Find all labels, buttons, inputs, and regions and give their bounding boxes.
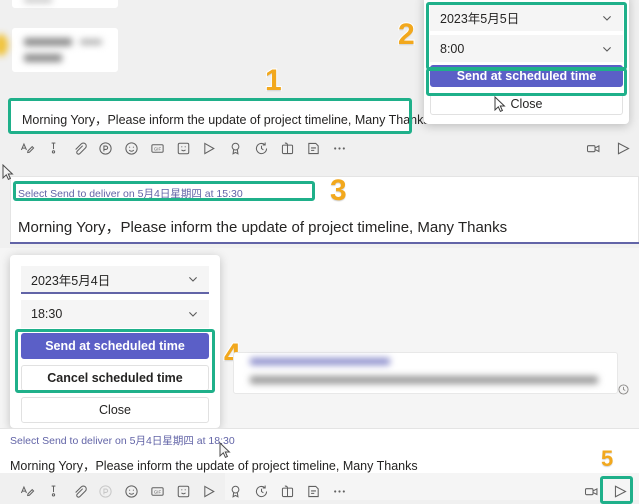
marker-5: 5 bbox=[600, 446, 614, 471]
time-select-step4[interactable]: 18:30 bbox=[21, 300, 209, 328]
blurred-message-card-2 bbox=[12, 28, 118, 72]
emoji-icon[interactable] bbox=[118, 480, 144, 502]
blurred-message-text-1 bbox=[24, 0, 52, 3]
schedule-dialog-step2: 2023年5月5日 8:00 Send at scheduled time Cl… bbox=[424, 0, 629, 124]
send-at-scheduled-time-button-step4[interactable]: Send at scheduled time bbox=[21, 333, 209, 359]
mouse-cursor-step2 bbox=[494, 96, 506, 113]
compose-focus-underline-step3 bbox=[10, 242, 639, 244]
schedule-note-step5: Select Send to deliver on 5月4日星期四 at 18:… bbox=[10, 435, 235, 447]
chevron-down-icon bbox=[601, 43, 613, 55]
sticker-icon[interactable] bbox=[170, 137, 196, 159]
schedule-note-step3: Select Send to deliver on 5月4日星期四 at 15:… bbox=[18, 188, 243, 200]
attach-file-icon[interactable] bbox=[66, 480, 92, 502]
compose-actions-top bbox=[580, 137, 636, 159]
video-clip-icon[interactable] bbox=[578, 480, 604, 502]
compose-toolbar-top: GIF bbox=[14, 137, 352, 159]
attach-file-icon[interactable] bbox=[66, 137, 92, 159]
approvals-icon[interactable] bbox=[274, 137, 300, 159]
send-icon[interactable] bbox=[608, 480, 632, 502]
more-options-icon[interactable] bbox=[326, 480, 352, 502]
send-at-scheduled-time-label: Send at scheduled time bbox=[45, 339, 185, 353]
compose-text-step3: Morning Yory，Please inform the update of… bbox=[18, 219, 508, 236]
blurred-timestamp bbox=[80, 39, 102, 45]
forms-icon[interactable] bbox=[300, 480, 326, 502]
forms-icon[interactable] bbox=[300, 137, 326, 159]
blurred-scheduled-note bbox=[250, 358, 390, 365]
chevron-down-icon bbox=[187, 308, 199, 320]
schedule-send-icon[interactable] bbox=[248, 137, 274, 159]
approvals-icon[interactable] bbox=[274, 480, 300, 502]
date-select-step4[interactable]: 2023年5月4日 bbox=[21, 266, 209, 294]
blurred-scheduled-text bbox=[250, 376, 598, 384]
stream-video-icon[interactable] bbox=[196, 480, 222, 502]
blurred-message-body bbox=[24, 54, 62, 62]
mouse-cursor-step3 bbox=[2, 164, 14, 181]
svg-text:GIF: GIF bbox=[153, 146, 161, 151]
screenshot-root: Morning Yory，Please inform the update of… bbox=[0, 0, 639, 504]
loop-component-icon[interactable] bbox=[92, 137, 118, 159]
close-label: Close bbox=[99, 403, 131, 417]
important-icon[interactable] bbox=[40, 137, 66, 159]
video-clip-icon[interactable] bbox=[580, 137, 606, 159]
sticker-icon[interactable] bbox=[170, 480, 196, 502]
compose-text-step5: Morning Yory，Please inform the update of… bbox=[10, 459, 418, 473]
more-options-icon[interactable] bbox=[326, 137, 352, 159]
time-value-step4: 18:30 bbox=[31, 307, 63, 321]
date-select-step2[interactable]: 2023年5月5日 bbox=[430, 4, 623, 31]
close-button-step4[interactable]: Close bbox=[21, 397, 209, 423]
marker-1: 1 bbox=[264, 64, 283, 97]
mouse-cursor-step5 bbox=[219, 442, 231, 459]
chevron-down-icon bbox=[187, 273, 199, 285]
blurred-sender-name bbox=[24, 38, 72, 46]
emoji-icon[interactable] bbox=[118, 137, 144, 159]
compose-text-step1: Morning Yory，Please inform the update of… bbox=[22, 113, 430, 127]
marker-2: 2 bbox=[397, 18, 416, 51]
loop-component-icon[interactable] bbox=[92, 480, 118, 502]
important-icon[interactable] bbox=[40, 480, 66, 502]
close-button-step2[interactable]: Close bbox=[430, 93, 623, 115]
clock-icon bbox=[618, 382, 629, 400]
cancel-scheduled-time-button-step4[interactable]: Cancel scheduled time bbox=[21, 365, 209, 391]
format-text-icon[interactable] bbox=[14, 480, 40, 502]
compose-actions-bottom bbox=[578, 480, 632, 502]
date-value-step4: 2023年5月4日 bbox=[31, 273, 111, 288]
format-text-icon[interactable] bbox=[14, 137, 40, 159]
svg-text:GIF: GIF bbox=[153, 489, 161, 494]
gif-icon[interactable]: GIF bbox=[144, 480, 170, 502]
praise-icon[interactable] bbox=[222, 137, 248, 159]
stream-video-icon[interactable] bbox=[196, 137, 222, 159]
schedule-send-icon[interactable] bbox=[248, 480, 274, 502]
praise-icon[interactable] bbox=[222, 480, 248, 502]
time-value-step2: 8:00 bbox=[440, 41, 465, 56]
gif-icon[interactable]: GIF bbox=[144, 137, 170, 159]
send-at-scheduled-time-button-step2[interactable]: Send at scheduled time bbox=[430, 65, 623, 87]
send-at-scheduled-time-label: Send at scheduled time bbox=[456, 69, 597, 83]
send-icon[interactable] bbox=[610, 137, 636, 159]
close-label: Close bbox=[510, 97, 543, 111]
date-value-step2: 2023年5月5日 bbox=[440, 12, 520, 26]
schedule-dialog-step4: 2023年5月4日 18:30 Send at scheduled time C… bbox=[10, 255, 220, 428]
chevron-down-icon bbox=[601, 12, 613, 24]
cancel-scheduled-time-label: Cancel scheduled time bbox=[47, 371, 183, 385]
compose-toolbar-bottom: GIF bbox=[14, 480, 352, 502]
time-select-step2[interactable]: 8:00 bbox=[430, 35, 623, 62]
marker-3: 3 bbox=[329, 174, 348, 207]
